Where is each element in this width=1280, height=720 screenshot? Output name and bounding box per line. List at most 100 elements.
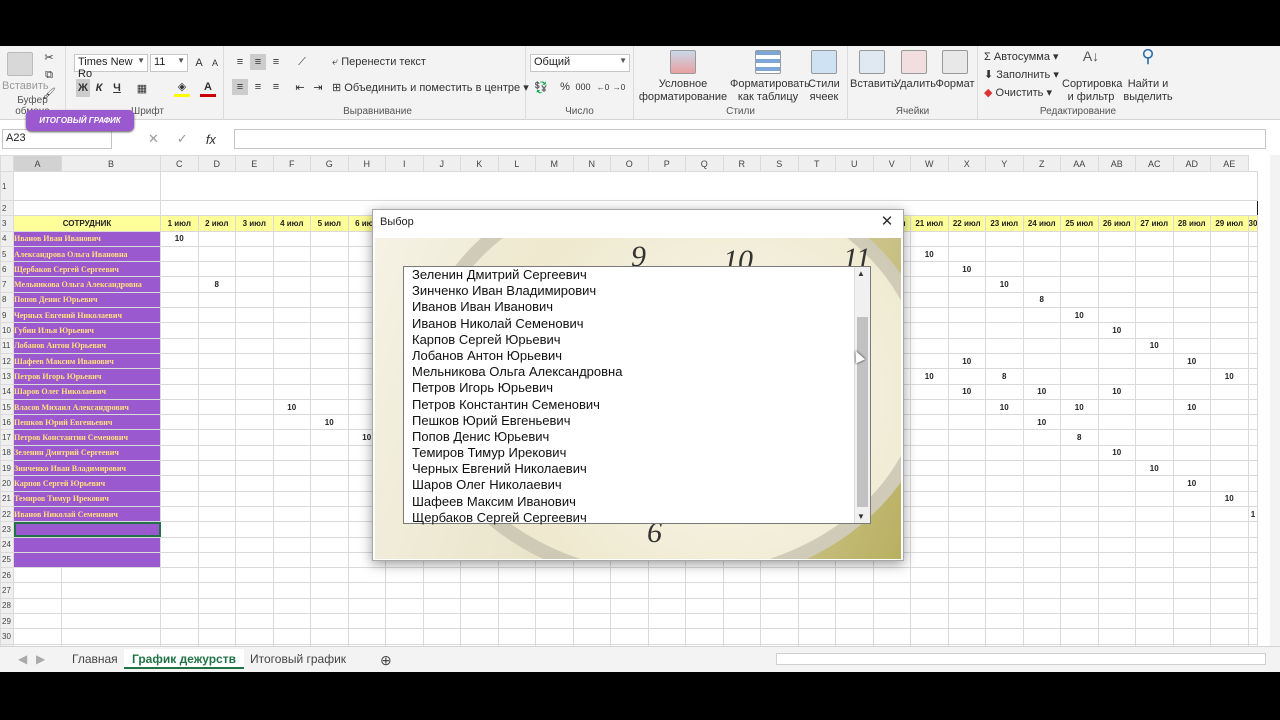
schedule-cell[interactable]: [1135, 352, 1174, 370]
list-item[interactable]: Попов Денис Юрьевич: [412, 429, 852, 445]
schedule-cell[interactable]: [1097, 276, 1136, 293]
schedule-cell[interactable]: [310, 551, 349, 569]
schedule-cell[interactable]: [235, 276, 274, 293]
cell[interactable]: [272, 567, 311, 584]
select-all-corner[interactable]: [0, 155, 14, 172]
schedule-cell[interactable]: 8: [1022, 291, 1061, 309]
schedule-cell[interactable]: [947, 230, 986, 247]
list-item[interactable]: Карпов Сергей Юрьевич: [412, 332, 852, 348]
schedule-cell[interactable]: [197, 444, 236, 462]
schedule-cell[interactable]: 10: [985, 398, 1024, 416]
schedule-cell[interactable]: [1060, 291, 1099, 309]
schedule-cell[interactable]: [1022, 337, 1061, 354]
schedule-cell[interactable]: [1135, 307, 1174, 324]
schedule-cell[interactable]: [160, 505, 199, 523]
schedule-cell[interactable]: [1135, 444, 1174, 462]
schedule-cell[interactable]: [985, 429, 1024, 446]
schedule-cell[interactable]: [1022, 398, 1061, 416]
column-header[interactable]: C: [160, 155, 199, 172]
align-top-icon[interactable]: ≡: [232, 54, 248, 70]
schedule-cell[interactable]: [272, 230, 311, 247]
cell[interactable]: [272, 628, 311, 645]
schedule-cell[interactable]: [310, 307, 349, 324]
schedule-cell[interactable]: [1210, 307, 1249, 324]
column-header[interactable]: S: [760, 155, 799, 172]
italic-button[interactable]: К: [92, 79, 106, 97]
employee-name[interactable]: Лобанов Антон Юрьевич: [13, 337, 161, 354]
schedule-cell[interactable]: [197, 460, 236, 477]
schedule-cell[interactable]: [235, 261, 274, 278]
row-header[interactable]: 28: [0, 597, 14, 615]
schedule-cell[interactable]: [160, 291, 199, 309]
schedule-cell[interactable]: [1135, 414, 1174, 431]
schedule-cell[interactable]: [235, 536, 274, 553]
schedule-cell[interactable]: 10: [1210, 490, 1249, 507]
schedule-cell[interactable]: [1172, 337, 1211, 354]
schedule-cell[interactable]: [1022, 460, 1061, 477]
cell[interactable]: [1210, 567, 1249, 584]
schedule-cell[interactable]: [160, 307, 199, 324]
schedule-cell[interactable]: [310, 337, 349, 354]
schedule-cell[interactable]: [910, 429, 949, 446]
schedule-cell[interactable]: [947, 414, 986, 431]
fill-color-icon[interactable]: ◈: [174, 79, 190, 97]
schedule-cell[interactable]: [1097, 337, 1136, 354]
row-header[interactable]: 13: [0, 368, 14, 385]
schedule-cell[interactable]: [947, 505, 986, 523]
schedule-cell[interactable]: [1210, 536, 1249, 553]
schedule-cell[interactable]: [1060, 276, 1099, 293]
cell[interactable]: [272, 613, 311, 630]
schedule-cell[interactable]: [1247, 536, 1259, 553]
row-header[interactable]: 21: [0, 490, 14, 507]
schedule-cell[interactable]: [1060, 521, 1099, 538]
list-item[interactable]: Зинченко Иван Владимирович: [412, 283, 852, 299]
merge-center-button[interactable]: ⊞ Объединить и поместить в центре ▾: [332, 81, 529, 94]
schedule-cell[interactable]: [1210, 429, 1249, 446]
schedule-cell[interactable]: [1247, 291, 1259, 309]
cell[interactable]: [1097, 628, 1136, 645]
employee-name[interactable]: Губин Илья Юрьевич: [13, 322, 161, 339]
schedule-cell[interactable]: [235, 368, 274, 385]
row-header[interactable]: 10: [0, 322, 14, 339]
cell[interactable]: [1097, 582, 1136, 599]
schedule-cell[interactable]: [985, 337, 1024, 354]
cell[interactable]: [13, 613, 62, 630]
list-item[interactable]: Щербаков Сергей Сергеевич: [412, 510, 852, 526]
schedule-cell[interactable]: [1022, 322, 1061, 339]
cell[interactable]: [197, 597, 236, 615]
schedule-cell[interactable]: [272, 368, 311, 385]
schedule-cell[interactable]: [310, 398, 349, 416]
list-item[interactable]: Темиров Тимур Ирекович: [412, 445, 852, 461]
schedule-cell[interactable]: [160, 521, 199, 538]
employee-listbox[interactable]: Зеленин Дмитрий Сергеевич Зинченко Иван В…: [403, 266, 871, 526]
schedule-cell[interactable]: [1247, 337, 1259, 354]
schedule-cell[interactable]: [910, 230, 949, 247]
cell[interactable]: [1210, 582, 1249, 599]
schedule-cell[interactable]: [160, 398, 199, 416]
schedule-cell[interactable]: [1022, 505, 1061, 523]
column-header[interactable]: X: [947, 155, 986, 172]
cell[interactable]: [835, 628, 874, 645]
schedule-cell[interactable]: 10: [1172, 398, 1211, 416]
column-header[interactable]: P: [647, 155, 686, 172]
cell[interactable]: [910, 613, 949, 630]
schedule-cell[interactable]: [272, 322, 311, 339]
cell[interactable]: [61, 628, 161, 645]
schedule-cell[interactable]: [947, 551, 986, 569]
schedule-cell[interactable]: [1210, 230, 1249, 247]
cell[interactable]: [1097, 613, 1136, 630]
cell[interactable]: [1022, 613, 1061, 630]
schedule-cell[interactable]: [1135, 291, 1174, 309]
schedule-cell[interactable]: [1022, 352, 1061, 370]
cell[interactable]: [872, 628, 911, 645]
schedule-cell[interactable]: [197, 245, 236, 263]
schedule-cell[interactable]: [197, 322, 236, 339]
schedule-cell[interactable]: [1060, 261, 1099, 278]
name-box[interactable]: A23: [2, 129, 112, 149]
schedule-cell[interactable]: [1060, 551, 1099, 569]
cell[interactable]: [1097, 567, 1136, 584]
cell[interactable]: [347, 597, 386, 615]
cell[interactable]: [497, 567, 536, 584]
list-item[interactable]: Петров Константин Семенович: [412, 397, 852, 413]
schedule-cell[interactable]: [947, 337, 986, 354]
